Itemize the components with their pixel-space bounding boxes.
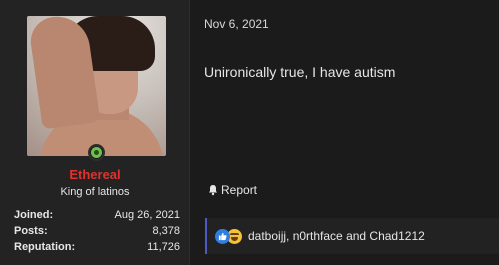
reaction-icons [215,228,242,244]
like-reaction-icon [215,228,230,244]
post-user-panel: Ethereal King of latinos Joined: Aug 26,… [0,0,190,265]
bell-icon [209,185,217,196]
reaction-users[interactable]: datboijj, n0rthface and Chad1212 [248,229,425,243]
stat-posts: Posts: 8,378 [14,223,180,239]
forum-post: Ethereal King of latinos Joined: Aug 26,… [0,0,499,265]
report-label: Report [221,183,258,197]
post-message: Unironically true, I have autism [204,64,396,80]
stat-label: Joined: [14,209,54,221]
stat-joined: Joined: Aug 26, 2021 [14,207,180,223]
user-stats: Joined: Aug 26, 2021 Posts: 8,378 Reputa… [14,207,180,255]
post-date[interactable]: Nov 6, 2021 [204,17,269,31]
stat-label: Reputation: [14,241,76,253]
report-button[interactable]: Report [207,183,257,197]
stat-value: 11,726 [147,241,180,253]
stat-value: Aug 26, 2021 [114,209,180,221]
reactions-bar[interactable]: datboijj, n0rthface and Chad1212 [205,218,499,254]
online-status-icon [88,144,105,161]
stat-label: Posts: [14,225,48,237]
user-title: King of latinos [60,186,130,198]
username-link[interactable]: Ethereal [0,167,190,182]
user-avatar[interactable] [27,16,166,156]
stat-value: 8,378 [152,225,180,237]
post-main: Nov 6, 2021 Unironically true, I have au… [190,0,499,265]
stat-reputation: Reputation: 11,726 [14,239,180,255]
